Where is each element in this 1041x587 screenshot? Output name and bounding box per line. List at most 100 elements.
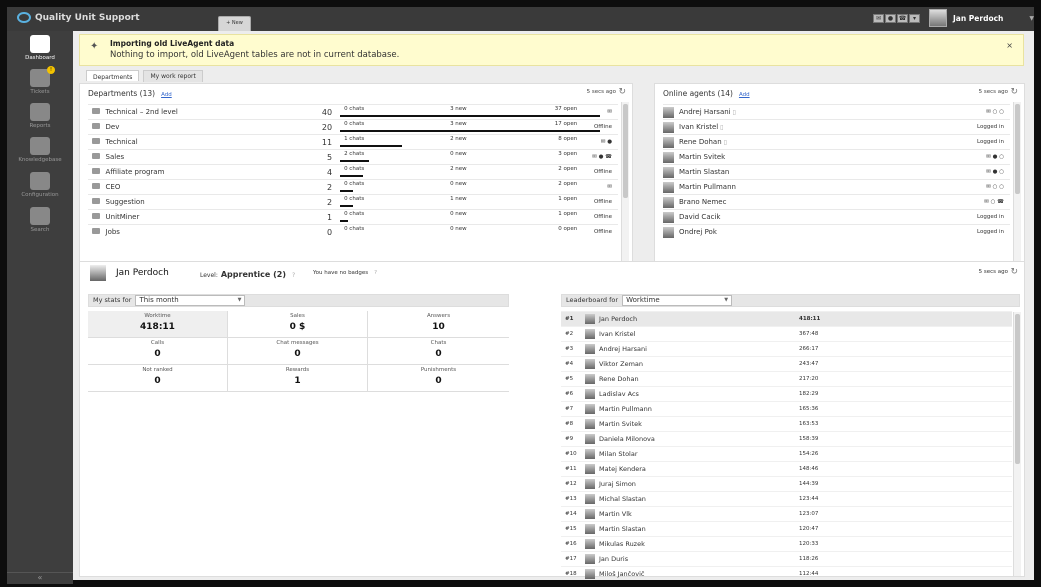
table-row[interactable]: UnitMiner 1 0 chats 0 new 1 open Offline [88,209,618,225]
leaderboard-metric-select[interactable]: Worktime ▼ [622,295,733,306]
table-row[interactable]: Suggestion 2 0 chats 1 new 1 open Offline [88,194,618,210]
folder-icon [92,123,100,129]
refresh-icon[interactable]: ↻ [1010,267,1018,277]
agent-name: Martin Svitek [679,149,889,165]
leaderboard-row[interactable]: #9 Daniela Milonova 158:39 [561,431,1012,447]
table-row[interactable]: Jobs 0 0 chats 0 new 0 open Offline [88,224,618,240]
leaderboard-row[interactable]: #14 Martin Vlk 123:07 [561,506,1012,522]
table-row[interactable]: CEO 2 0 chats 0 new 2 open ✉ [88,179,618,195]
new-button[interactable]: + New [218,16,251,31]
table-row[interactable]: David Cacik Logged in [663,209,1010,225]
status-dropdown-icon[interactable]: ▾ [909,14,920,23]
leaderboard-row[interactable]: #4 Viktor Zeman 243:47 [561,356,1012,372]
leaderboard-row[interactable]: #11 Matej Kendera 148:46 [561,461,1012,477]
agent-status: ✉ ○ ○ [888,179,1010,195]
load-bar [340,205,354,207]
worktime: 217:20 [799,371,1012,387]
sidebar-item-reports[interactable]: Reports [7,103,73,129]
table-row[interactable]: Martin Slastan ✉ ● ○ [663,164,1010,180]
leaderboard-scrollbar[interactable] [1013,312,1021,576]
agent-name: Mikulas Ruzek [599,536,799,552]
rank: #18 [561,566,585,582]
phone-status-icon[interactable]: ☎ [897,14,908,23]
department-status: Offline [579,119,618,135]
department-status: Offline [579,209,618,225]
table-row[interactable]: Rene Dohan ▯ Logged in [663,134,1010,150]
table-row[interactable]: Andrej Harsani ▯ ✉ ○ ○ [663,104,1010,120]
avatar [663,149,679,165]
leaderboard-row[interactable]: #13 Michal Slastan 123:44 [561,491,1012,507]
leaderboard-row[interactable]: #15 Martin Slastan 120:47 [561,521,1012,537]
agent-status: ✉ ● ○ [888,164,1010,180]
leaderboard-row[interactable]: #16 Mikulas Ruzek 120:33 [561,536,1012,552]
sidebar-item-configuration[interactable]: Configuration [7,172,73,198]
department-count: 0 [292,224,341,240]
tab-departments[interactable]: Departments [86,70,140,81]
table-row[interactable]: Martin Pullmann ✉ ○ ○ [663,179,1010,195]
leaderboard-row[interactable]: #3 Andrej Harsani 266:17 [561,341,1012,357]
brand[interactable]: Quality Unit Support [17,12,140,23]
stat-not-ranked: Not ranked 0 [88,365,228,392]
table-row[interactable]: Affiliate program 4 0 chats 2 new 2 open Offl… [88,164,618,180]
department-load: 0 chats 1 new 1 open [340,194,580,210]
table-row[interactable]: Ivan Kristel ▯ Logged in [663,119,1010,135]
refresh-icon[interactable]: ↻ [618,87,626,97]
table-row[interactable]: Ondrej Pok Logged in [663,224,1010,240]
table-row[interactable]: Technical 11 1 chats 2 new 8 open ✉ ● [88,134,618,150]
department-load: 0 chats 0 new 2 open [340,179,580,195]
table-row[interactable]: Martin Svitek ✉ ● ○ [663,149,1010,165]
add-department-link[interactable]: Add [161,92,172,98]
leaderboard-label: Leaderboard for [566,296,619,304]
top-bar: Quality Unit Support + New ✉ ● ☎ ▾ Jan P… [7,7,1034,31]
notification-banner: ✦ Importing old LiveAgent data Nothing t… [79,34,1024,66]
sidebar-item-search[interactable]: Search [7,207,73,233]
table-row[interactable]: Dev 20 0 chats 3 new 17 open Offline [88,119,618,135]
table-row[interactable]: Technical – 2nd level 40 0 chats 3 new 37 op… [88,104,618,120]
agent-name: Ladislav Acs [599,386,799,402]
add-agent-link[interactable]: Add [739,92,750,98]
chat-status-icon[interactable]: ● [885,14,896,23]
load-bar [340,220,348,222]
leaderboard-row[interactable]: #8 Martin Svitek 163:53 [561,416,1012,432]
user-menu[interactable]: Jan Perdoch ▼ [929,9,1034,27]
agent-name: Viktor Zeman [599,356,799,372]
leaderboard-row[interactable]: #18 Miloš Jančovič 112:44 [561,566,1012,582]
leaderboard-row[interactable]: #1 Jan Perdoch 418:11 [561,311,1012,327]
sidebar-item-tickets[interactable]: ! Tickets [7,66,73,95]
departments-scrollbar[interactable] [621,102,629,270]
help-icon[interactable]: ? [292,272,295,279]
department-load: 0 chats 0 new 1 open [340,209,580,225]
leaderboard-row[interactable]: #10 Milan Stolar 154:26 [561,446,1012,462]
rank: #13 [561,491,585,507]
leaderboard-row[interactable]: #2 Ivan Kristel 367:48 [561,326,1012,342]
leaderboard-table: #1 Jan Perdoch 418:11 #2 Ivan Kristel 367:48 #… [561,311,1012,582]
leaderboard-row[interactable]: #5 Rene Dohan 217:20 [561,371,1012,387]
leaderboard-row[interactable]: #12 Juraj Simon 144:39 [561,476,1012,492]
table-row[interactable]: Brano Nemec ✉ ○ ☎ [663,194,1010,210]
rank: #17 [561,551,585,567]
sidebar-item-knowledgebase[interactable]: Knowledgebase [7,137,73,163]
mail-status-icon[interactable]: ✉ [873,14,884,23]
help-icon[interactable]: ? [374,270,377,276]
leaderboard-row[interactable]: #6 Ladislav Acs 182:29 [561,386,1012,402]
avatar [585,371,599,387]
close-icon[interactable]: × [1006,41,1013,50]
worktime: 266:17 [799,341,1012,357]
collapse-sidebar-button[interactable]: « [7,572,73,584]
stats-period-select[interactable]: This month ▼ [135,295,246,306]
avatar [663,151,674,163]
leaderboard-row[interactable]: #17 Jan Duris 118:26 [561,551,1012,567]
sidebar-item-dashboard[interactable]: Dashboard [7,35,73,61]
table-row[interactable]: Sales 5 2 chats 0 new 3 open ✉ ● ☎ [88,149,618,165]
refresh-icon[interactable]: ↻ [1010,87,1018,97]
new-count: 1 new [450,196,467,202]
tab-my-work-report[interactable]: My work report [143,70,203,82]
new-count: 0 new [450,151,467,157]
badges-text: You have no badges [313,270,369,276]
leaderboard-row[interactable]: #7 Martin Pullmann 165:36 [561,401,1012,417]
folder-icon [88,164,106,180]
agents-scrollbar[interactable] [1013,102,1021,270]
avatar [585,491,599,507]
online-agents-panel: Online agents (14) Add 5 secs ago ↻ Andre… [654,83,1025,271]
app-title: Quality Unit Support [35,12,140,23]
